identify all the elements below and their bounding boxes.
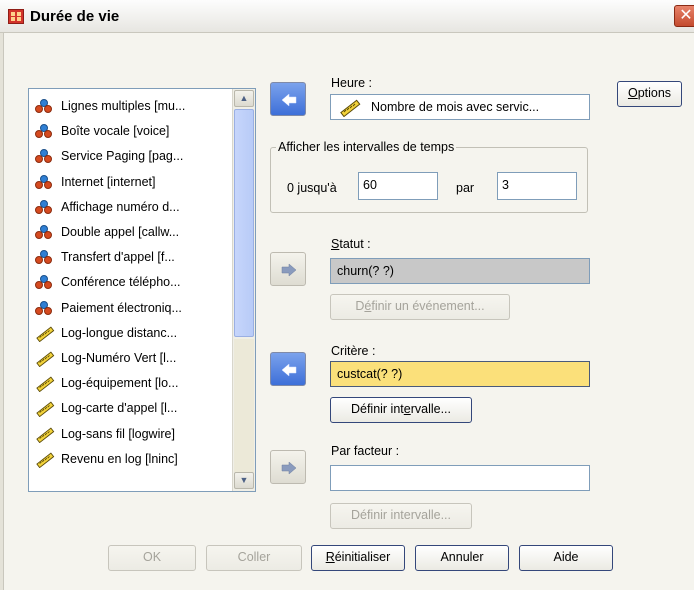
define-range-mnemonic: e [403, 402, 411, 416]
variable-list-item[interactable]: Log-sans fil [logwire] [35, 425, 231, 444]
variable-list-item[interactable]: Log-Numéro Vert [l... [35, 349, 231, 368]
variable-list-item[interactable]: Double appel [callw... [35, 223, 231, 242]
factor-field[interactable] [330, 465, 590, 491]
variable-label: Log-longue distanc... [61, 325, 178, 340]
variable-label: Revenu en log [lninc] [61, 451, 178, 466]
nominal-icon [35, 99, 55, 115]
define-range-button[interactable]: Définir intervalle... [330, 397, 472, 423]
variable-list-item[interactable]: Internet [internet] [35, 173, 231, 192]
interval-to-input[interactable]: 60 [358, 172, 438, 200]
paste-button[interactable]: Coller [206, 545, 302, 571]
scroll-thumb[interactable] [234, 109, 254, 337]
nominal-icon [35, 300, 55, 317]
define-range-text-2: rvalle... [410, 402, 452, 416]
variable-label: Log-carte d'appel [l... [61, 401, 178, 416]
ruler-icon [35, 452, 55, 468]
variable-list-item[interactable]: Boîte vocale [voice] [35, 122, 231, 141]
ok-button[interactable]: OK [108, 545, 196, 571]
scroll-up-button[interactable]: ▲ [234, 90, 254, 107]
ruler-icon [339, 99, 361, 117]
nominal-icon [35, 174, 55, 191]
variable-list-item[interactable]: Log-longue distanc... [35, 324, 231, 343]
variable-list-item[interactable]: Paiement électroniq... [35, 299, 231, 318]
define-range-text-1: Définir int [350, 402, 404, 416]
variable-list-item[interactable]: Affichage numéro d... [35, 198, 231, 217]
help-button[interactable]: Aide [519, 545, 613, 571]
reset-label: éinitialiser [334, 550, 391, 564]
variable-list-item[interactable]: Conférence télépho... [35, 273, 231, 292]
options-button[interactable]: Options [617, 81, 682, 107]
time-field[interactable]: Nombre de mois avec servic... [330, 94, 590, 120]
factor-label: Par facteur : [331, 444, 400, 458]
variable-label: Log-équipement [lo... [61, 376, 179, 391]
criterion-label: Critère : [331, 344, 376, 358]
variable-label: Transfert d'appel [f... [61, 250, 175, 265]
nominal-icon [35, 199, 55, 216]
interval-from-label: 0 jusqu'à [287, 181, 337, 195]
variable-label: Conférence télépho... [61, 275, 181, 290]
status-field[interactable]: churn(? ?) [330, 258, 590, 284]
reset-button[interactable]: Réinitialiser [311, 545, 405, 571]
variable-list-item[interactable]: Service Paging [pag... [35, 147, 231, 166]
variable-list-item[interactable]: Revenu en log [lninc] [35, 450, 231, 469]
variable-label: Service Paging [pag... [61, 149, 184, 164]
reset-mnemonic: R [325, 550, 335, 564]
factor-define-range-button[interactable]: Définir intervalle... [330, 503, 472, 529]
arrow-left-icon [281, 93, 297, 107]
app-icon [8, 9, 24, 24]
move-to-criterion-button[interactable] [270, 352, 306, 386]
ruler-icon [35, 427, 55, 443]
interval-group-title: Afficher les intervalles de temps [276, 140, 457, 154]
variable-label: Internet [internet] [61, 174, 156, 189]
move-to-factor-button[interactable] [270, 450, 306, 484]
interval-by-input[interactable]: 3 [497, 172, 577, 200]
window-title: Durée de vie [30, 8, 120, 25]
arrow-left-icon [281, 363, 297, 377]
nominal-icon [35, 275, 55, 291]
options-mnemonic: O [627, 86, 638, 100]
variable-label: Affichage numéro d... [61, 199, 180, 214]
variable-label: Lignes multiples [mu... [61, 99, 186, 113]
define-event-button[interactable]: Définir un événement... [330, 294, 510, 320]
variable-label: Double appel [callw... [61, 225, 180, 239]
list-scrollbar[interactable]: ▲ ▼ [232, 89, 255, 491]
time-field-value: Nombre de mois avec servic... [371, 100, 540, 114]
variable-label: Log-Numéro Vert [l... [61, 351, 177, 365]
arrow-right-icon [281, 461, 297, 475]
scroll-track[interactable] [234, 339, 254, 472]
close-button[interactable]: ✕ [674, 5, 694, 27]
interval-by-label: par [456, 181, 475, 195]
define-event-text-2: finir un événement... [371, 299, 485, 313]
criterion-field[interactable]: custcat(? ?) [330, 361, 590, 387]
scroll-down-button[interactable]: ▼ [234, 472, 254, 489]
time-label: Heure : [331, 76, 372, 90]
title-bar: Durée de vie ✕ [0, 0, 694, 33]
move-to-time-button[interactable] [270, 82, 306, 116]
ruler-icon [35, 376, 55, 393]
ruler-icon [35, 401, 55, 418]
arrow-right-icon [281, 263, 297, 277]
source-variable-list[interactable]: Lignes multiples [mu... Boîte vocale [voi… [28, 88, 256, 492]
ruler-icon [35, 326, 55, 342]
nominal-icon [35, 124, 55, 140]
window-frame-left [0, 33, 4, 590]
status-label: Statut : [331, 237, 371, 251]
variable-label: Log-sans fil [logwire] [61, 426, 175, 441]
variable-label: Paiement électroniq... [61, 300, 182, 315]
move-to-status-button[interactable] [270, 252, 306, 286]
variable-list-item[interactable]: Transfert d'appel [f... [35, 248, 231, 267]
nominal-icon [35, 250, 55, 266]
variable-list-item[interactable]: Lignes multiples [mu... [35, 97, 231, 116]
cancel-button[interactable]: Annuler [415, 545, 509, 571]
variable-list-item[interactable]: Log-carte d'appel [l... [35, 399, 231, 418]
nominal-icon [35, 225, 55, 241]
nominal-icon [35, 149, 55, 165]
variable-label: Boîte vocale [voice] [61, 124, 170, 139]
options-label: ptions [637, 86, 672, 100]
variable-list-item[interactable]: Log-équipement [lo... [35, 374, 231, 393]
ruler-icon [35, 351, 55, 367]
